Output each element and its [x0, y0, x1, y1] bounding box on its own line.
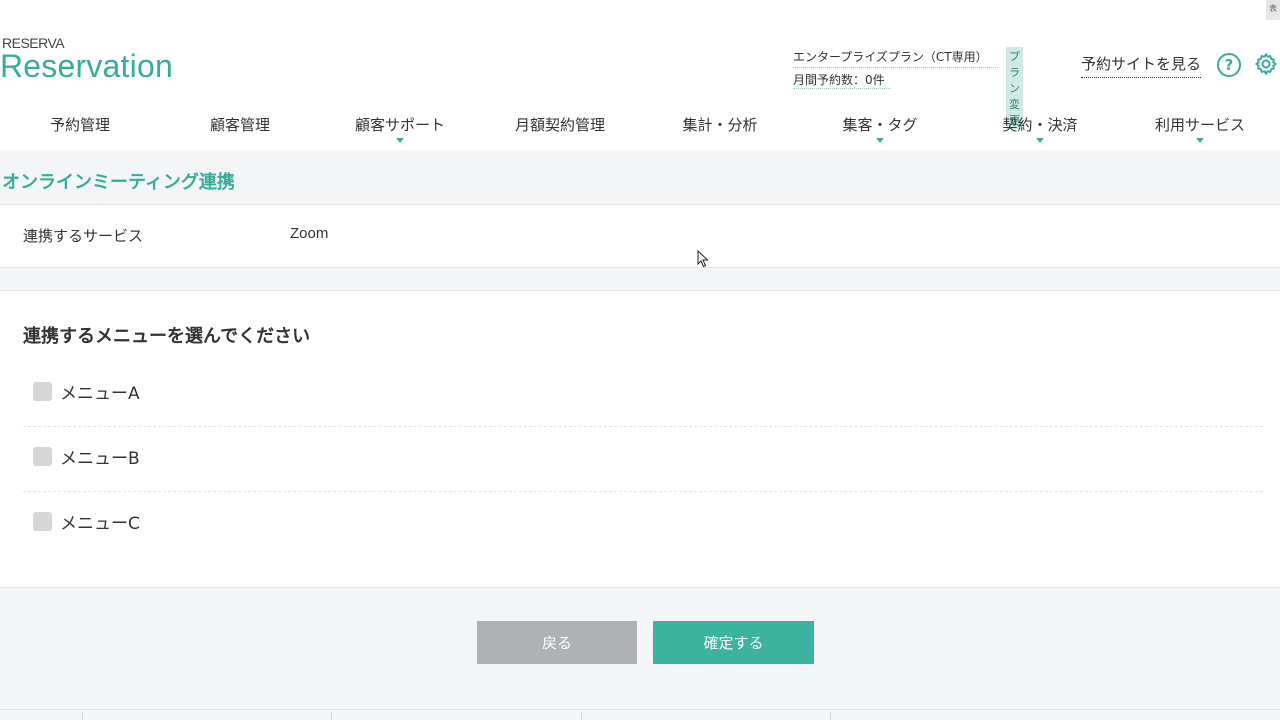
menu-option-a[interactable]: メニューA: [33, 376, 140, 406]
menu-selection-heading: 連携するメニューを選んでください: [23, 326, 311, 347]
menu-option-label: メニューB: [60, 448, 140, 469]
linked-service-label: 連携するサービス: [23, 227, 144, 245]
dropdown-caret-icon: [1196, 138, 1204, 143]
menu-b-checkbox[interactable]: [33, 446, 52, 466]
footer-tick: [331, 712, 332, 720]
nav-item-label: 顧客サポート: [354, 116, 445, 134]
nav-item-customers[interactable]: 顧客管理: [160, 106, 320, 146]
plan-name-link[interactable]: エンタープライズプラン（CT専用）: [793, 48, 998, 68]
view-reservation-site-link[interactable]: 予約サイトを見る: [1081, 53, 1202, 78]
main-nav: 予約管理 顧客管理 顧客サポート 月額契約管理 集計・分析 集客・タグ 契約・決…: [0, 106, 1280, 146]
back-button[interactable]: 戻る: [477, 621, 637, 664]
linked-service-row: 連携するサービス Zoom: [0, 204, 1280, 268]
mouse-cursor-icon: [697, 250, 709, 268]
corner-indicator: 表: [1266, 0, 1280, 20]
menu-option-label: メニューC: [60, 513, 140, 534]
monthly-reservations-link[interactable]: 月間予約数：0件: [793, 71, 891, 89]
menu-option-label: メニューA: [60, 383, 140, 404]
nav-item-reservations[interactable]: 予約管理: [0, 106, 160, 146]
nav-item-services[interactable]: 利用サービス: [1120, 106, 1280, 146]
nav-item-label: 月額契約管理: [514, 116, 605, 134]
linked-service-value: Zoom: [290, 225, 329, 242]
nav-item-label: 利用サービス: [1154, 116, 1245, 134]
menu-option-c[interactable]: メニューC: [33, 506, 140, 536]
nav-item-monthly-contracts[interactable]: 月額契約管理: [480, 106, 640, 146]
nav-item-customer-support[interactable]: 顧客サポート: [320, 106, 480, 146]
plan-info: エンタープライズプラン（CT専用） プラン変更 月間予約数：0件: [793, 46, 1023, 129]
footer-tick: [830, 712, 831, 720]
nav-item-marketing-tags[interactable]: 集客・タグ: [800, 106, 960, 146]
dropdown-caret-icon: [1036, 138, 1044, 143]
menu-a-checkbox[interactable]: [33, 381, 52, 401]
dropdown-caret-icon: [396, 138, 404, 143]
brand-logo[interactable]: Reservation: [0, 48, 173, 85]
footer-divider: [0, 709, 1280, 710]
nav-item-label: 契約・決済: [1002, 116, 1078, 134]
nav-item-label: 顧客管理: [209, 116, 270, 134]
dropdown-caret-icon: [876, 138, 884, 143]
nav-item-contracts-payments[interactable]: 契約・決済: [960, 106, 1120, 146]
divider: [23, 426, 1263, 427]
footer-tick: [581, 712, 582, 720]
menu-selection-panel: 連携するメニューを選んでください メニューA メニューB メニューC: [0, 290, 1280, 588]
help-icon[interactable]: ?: [1217, 53, 1241, 77]
divider: [23, 491, 1263, 492]
nav-item-analytics[interactable]: 集計・分析: [640, 106, 800, 146]
confirm-button[interactable]: 確定する: [653, 621, 814, 664]
nav-item-label: 予約管理: [49, 116, 110, 134]
menu-option-b[interactable]: メニューB: [33, 441, 140, 471]
nav-item-label: 集計・分析: [682, 116, 758, 134]
app-header: RESERVA Reservation エンタープライズプラン（CT専用） プラ…: [0, 0, 1280, 150]
page-title: オンラインミーティング連携: [2, 172, 235, 193]
nav-item-label: 集客・タグ: [842, 116, 918, 134]
menu-c-checkbox[interactable]: [33, 511, 52, 531]
footer-tick: [82, 712, 83, 720]
gear-icon[interactable]: [1254, 52, 1278, 76]
